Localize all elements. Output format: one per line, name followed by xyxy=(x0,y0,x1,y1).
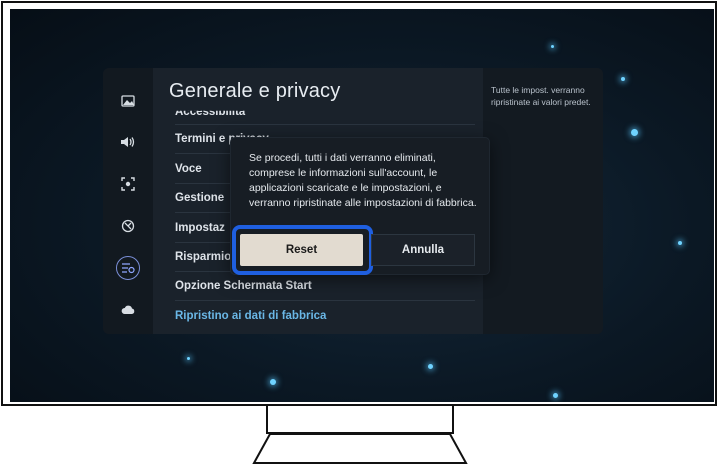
light-dot xyxy=(678,241,682,245)
tv-stand-neck xyxy=(266,406,454,434)
light-dot xyxy=(553,393,558,398)
light-dot xyxy=(428,364,433,369)
light-dot xyxy=(187,357,190,360)
sound-icon[interactable] xyxy=(117,131,139,153)
menu-divider xyxy=(175,300,475,301)
light-dot xyxy=(551,45,554,48)
page-title: Generale e privacy xyxy=(169,80,341,102)
menu-item-voice[interactable]: Voce xyxy=(175,163,202,175)
menu-item-start-screen[interactable]: Opzione Schermata Start xyxy=(175,280,312,292)
reset-button[interactable]: Reset xyxy=(240,234,363,266)
light-dot xyxy=(270,379,276,385)
description-text: Tutte le impost. verranno ripristinate a… xyxy=(491,85,591,107)
menu-item-manage[interactable]: Gestione xyxy=(175,192,224,204)
cancel-button[interactable]: Annulla xyxy=(371,234,475,266)
menu-item-settings[interactable]: Impostaz xyxy=(175,222,225,234)
light-dot xyxy=(621,77,625,81)
menu-item-energy[interactable]: Risparmio xyxy=(175,251,231,263)
dialog-message: Se procedi, tutti i dati verranno elimin… xyxy=(249,152,477,209)
menu-item-accessibility[interactable]: Accessibilità xyxy=(175,111,245,118)
picture-icon[interactable] xyxy=(117,90,139,112)
general-privacy-icon[interactable] xyxy=(116,256,140,280)
light-dot xyxy=(631,129,638,136)
connection-icon[interactable] xyxy=(117,173,139,195)
support-icon[interactable] xyxy=(117,215,139,237)
menu-divider xyxy=(175,124,475,125)
settings-icon-rail xyxy=(103,68,153,334)
cloud-icon[interactable] xyxy=(117,298,139,320)
menu-item-factory-reset[interactable]: Ripristino ai dati di fabbrica xyxy=(175,310,326,322)
description-panel: Tutte le impost. verranno ripristinate a… xyxy=(483,68,603,334)
